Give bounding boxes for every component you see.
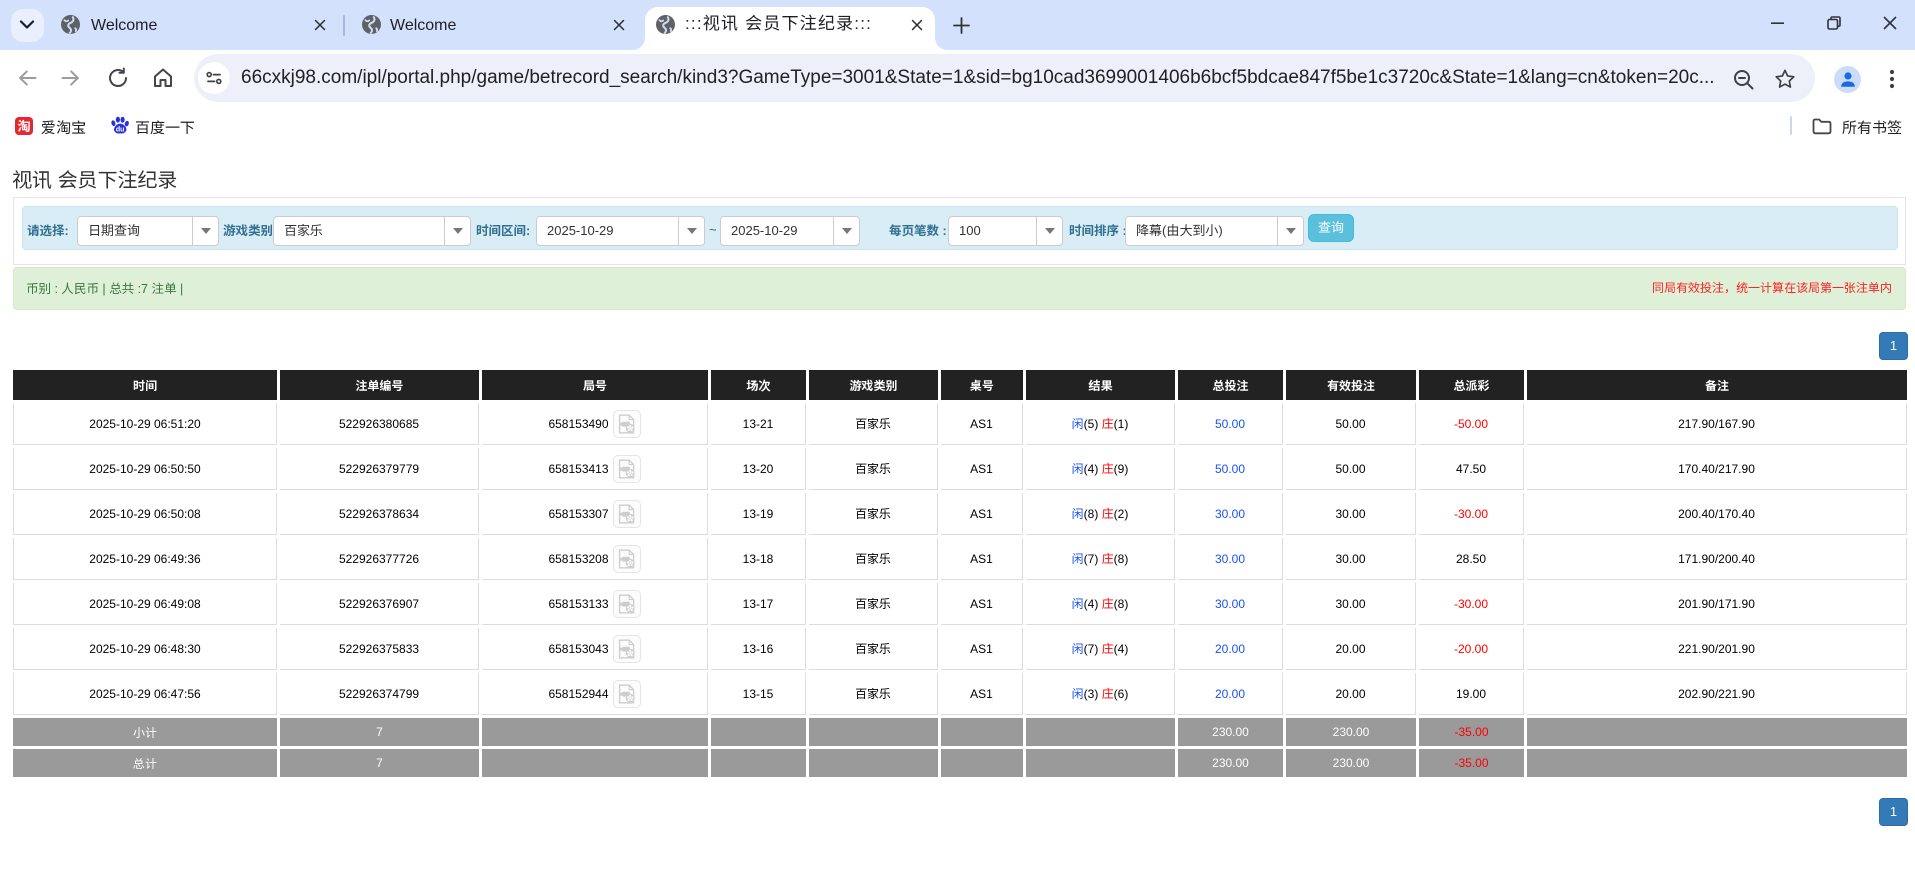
svg-text:du: du xyxy=(116,126,125,133)
